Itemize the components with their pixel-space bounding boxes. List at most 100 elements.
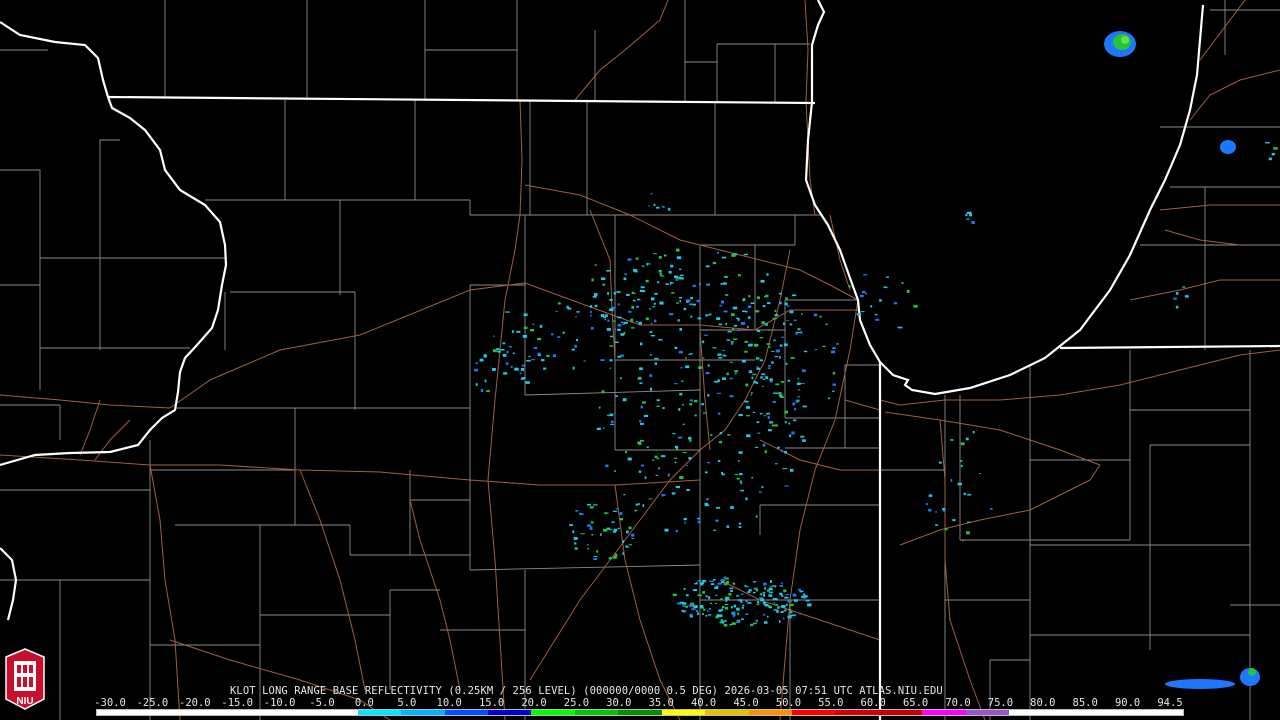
echo-pixel	[506, 350, 509, 354]
echo-pixel	[963, 492, 966, 495]
echo-pixel	[672, 432, 676, 435]
echo-pixel	[644, 476, 647, 480]
echo-pixel	[718, 460, 721, 463]
echo-pixel	[622, 552, 625, 555]
echo-pixel	[771, 350, 775, 352]
echo-pixel	[774, 314, 779, 316]
echo-pixel	[703, 608, 706, 611]
echo-pixel	[768, 594, 773, 597]
echo-pixel	[774, 355, 778, 358]
echo-pixel	[795, 399, 799, 403]
colorbar-segment	[748, 710, 792, 715]
echo-pixel	[748, 316, 751, 319]
echo-pixel	[658, 339, 663, 341]
echo-pixel	[697, 612, 699, 615]
echo-pixel	[719, 432, 722, 435]
echo-pixel	[787, 615, 792, 619]
echo-pixel	[778, 356, 781, 359]
echo-pixel	[688, 604, 694, 607]
echo-pixel	[814, 349, 818, 351]
echo-pixel	[692, 589, 698, 592]
colorbar-segment	[401, 710, 445, 715]
colorbar-segment	[227, 710, 271, 715]
echo-pixel	[646, 263, 651, 265]
echo-pixel	[587, 547, 589, 550]
echo-pixel	[755, 310, 760, 313]
echo-pixel	[555, 310, 558, 312]
echo-pixel	[574, 542, 577, 545]
echo-pixel	[690, 602, 695, 604]
scale-label: 70.0	[945, 697, 971, 709]
echo-pixel	[679, 601, 684, 604]
echo-pixel	[750, 391, 753, 394]
echo-pixel	[653, 302, 656, 305]
echo-pixel	[769, 378, 773, 381]
scale-label: 30.0	[606, 697, 632, 709]
echo-pixel	[756, 381, 759, 384]
echo-pixel	[759, 491, 762, 493]
echo-pixel	[730, 506, 734, 509]
echo-pixel	[803, 350, 808, 353]
echo-pixel	[665, 283, 669, 285]
echo-pixel	[575, 316, 577, 318]
echo-pixel	[723, 583, 728, 586]
echo-pixel	[706, 283, 710, 286]
reflectivity-scale-labels: -30.0 -25.0 -20.0 -15.0 -10.0 -5.0 0.0 5.0 10.0 1…	[92, 697, 1192, 709]
echo-pixel	[642, 265, 645, 267]
echo-pixel	[707, 614, 712, 616]
colorbar-segment	[270, 710, 315, 715]
echo-pixel	[639, 289, 643, 293]
echo-pixel	[640, 440, 644, 442]
echo-pixel	[614, 341, 619, 343]
echo-pixel	[617, 527, 620, 530]
echo-pixel	[746, 325, 749, 328]
echo-pixel	[636, 321, 638, 323]
echo-pixel	[700, 605, 704, 608]
colorbar-segment	[183, 710, 228, 715]
echo-pixel	[502, 353, 507, 357]
echo-pixel	[721, 300, 725, 304]
echo-pixel	[675, 278, 678, 281]
echo-pixel	[634, 292, 636, 295]
echo-pixel	[567, 307, 572, 310]
echo-pixel	[661, 455, 666, 458]
echo-pixel	[648, 498, 653, 500]
echo-pixel	[530, 329, 535, 332]
echo-pixel	[649, 354, 652, 356]
echo-pixel	[756, 296, 760, 300]
echo-pixel	[793, 319, 797, 321]
echo-pixel	[742, 604, 745, 607]
scale-label: -15.0	[221, 697, 253, 709]
echo-pixel	[679, 327, 682, 331]
echo-pixel	[628, 544, 632, 546]
echo-pixel	[859, 294, 864, 298]
echo-pixel	[596, 427, 601, 430]
echo-pixel	[721, 471, 723, 475]
echo-pixel	[546, 354, 550, 358]
echo-pixel	[649, 374, 653, 377]
echo-pixel	[617, 323, 622, 327]
echo-pixel	[761, 385, 764, 387]
echo-pixel	[514, 367, 519, 371]
echo-pixel	[825, 323, 828, 325]
echo-pixel	[800, 435, 805, 438]
echo-pixel	[726, 339, 731, 341]
echo-pixel	[702, 591, 705, 594]
echo-pixel	[989, 508, 993, 510]
echo-pixel	[673, 457, 678, 459]
echo-pixel	[741, 593, 744, 595]
echo-pixel	[702, 340, 705, 344]
echo-pixel	[745, 383, 749, 387]
echo-pixel	[474, 368, 478, 372]
colorbar-segment	[922, 710, 966, 715]
colorbar-segment	[705, 710, 749, 715]
echo-pixel	[750, 302, 755, 304]
echo-pixel	[626, 293, 630, 296]
echo-pixel	[1176, 292, 1179, 295]
echo-pixel	[689, 615, 693, 618]
echo-pixel	[692, 284, 696, 288]
echo-pixel	[782, 468, 787, 470]
echo-pixel	[697, 317, 702, 320]
echo-pixel	[718, 323, 723, 326]
echo-pixel	[686, 465, 689, 467]
